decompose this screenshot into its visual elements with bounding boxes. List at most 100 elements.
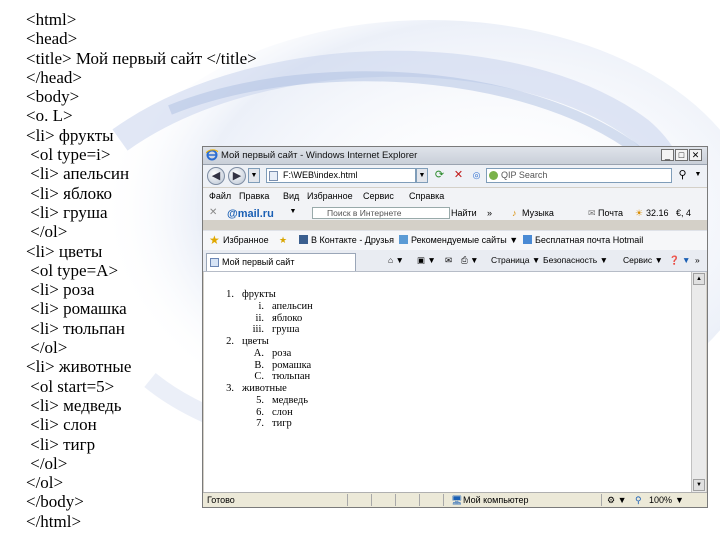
sublist-item: A. роза	[214, 348, 313, 360]
vertical-scrollbar[interactable]: ▲ ▼	[691, 272, 706, 492]
menu-favorites[interactable]: Избранное	[307, 191, 353, 201]
list-item-text: груша	[272, 324, 300, 336]
fav-link-hotmail[interactable]: Бесплатная почта Hotmail	[523, 235, 643, 245]
mailru-logo-text: @mail.ru	[227, 208, 274, 219]
print-icon[interactable]: ⎙ ▼	[461, 255, 479, 266]
menu-edit[interactable]: Правка	[239, 191, 269, 201]
sublist-item: C. тюльпан	[214, 371, 313, 383]
fav-link-vkontakte[interactable]: В Контакте - Друзья	[299, 235, 394, 245]
status-bar: Готово 🖥 Мой компьютер ⚙ ▼ ⚲ 100% ▼	[203, 492, 707, 507]
code-line: </ol>	[26, 453, 68, 473]
sublist-item: 5. медведь	[214, 395, 313, 407]
add-favorite-icon[interactable]: ★	[279, 235, 287, 246]
list-item-text: фрукты	[242, 289, 276, 300]
status-separator	[347, 494, 348, 506]
safety-menu[interactable]: Безопасность ▼	[543, 255, 608, 265]
list-marker: 2.	[226, 336, 234, 347]
forward-button[interactable]: ▶	[228, 167, 246, 185]
maximize-button[interactable]: □	[675, 149, 688, 161]
list-item-text: цветы	[242, 336, 269, 347]
search-engine-icon[interactable]: ◎	[469, 168, 484, 183]
search-placeholder: QIP Search	[501, 170, 548, 180]
feeds-icon[interactable]: ▣ ▼	[417, 255, 436, 266]
browser-window: Мой первый сайт - Windows Internet Explo…	[202, 146, 708, 508]
toolbar-close-icon[interactable]: ✕	[209, 207, 217, 219]
computer-icon: 🖥	[451, 495, 463, 505]
zoom-dropdown[interactable]: ▼	[675, 495, 684, 505]
address-dropdown-button[interactable]: ▼	[416, 168, 428, 183]
code-line: </ol>	[26, 338, 68, 358]
scroll-up-button[interactable]: ▲	[693, 273, 705, 285]
list-marker: B.	[254, 359, 264, 371]
tab-title: Мой первый сайт	[222, 257, 295, 267]
find-button[interactable]: Найти	[451, 208, 477, 218]
help-icon[interactable]: ❓ ▼	[669, 255, 690, 266]
page-menu[interactable]: Страница ▼	[491, 255, 540, 265]
refresh-icon[interactable]: ⟳	[432, 168, 447, 183]
tools-menu[interactable]: Сервис ▼	[623, 255, 663, 265]
mail-button[interactable]: Почта	[598, 208, 623, 218]
weather-value[interactable]: 32.16	[646, 208, 669, 218]
code-line: <li> ромашка	[26, 299, 127, 319]
code-line: <title> Мой первый сайт </title>	[26, 48, 257, 68]
status-separator	[419, 494, 420, 506]
fav-link-recommended[interactable]: Рекомендуемые сайты ▼	[399, 235, 518, 245]
toolbar-chevron[interactable]: »	[487, 208, 492, 218]
zoom-icon: ⚲	[635, 495, 642, 505]
search-dropdown-button[interactable]: ▼	[692, 168, 704, 183]
stop-icon[interactable]: ✕	[451, 168, 466, 183]
music-icon: ♪	[512, 208, 517, 218]
search-input[interactable]: QIP Search	[486, 168, 672, 183]
code-line: <li> апельсин	[26, 164, 130, 184]
code-line: <li> фрукты	[26, 125, 114, 145]
code-line: <li> медведь	[26, 395, 122, 415]
mail-tool-icon[interactable]: ✉	[445, 255, 452, 266]
code-line: <li> яблоко	[26, 183, 113, 203]
code-line: </ol>	[26, 473, 64, 493]
ie-logo-icon	[206, 149, 218, 161]
mail-icon: ✉	[588, 208, 596, 218]
music-button[interactable]: Музыка	[522, 208, 554, 218]
code-line: <li> слон	[26, 415, 97, 435]
sublist-item: ii. яблоко	[214, 313, 313, 325]
mailru-logo: @mail.ru	[227, 208, 274, 219]
list-marker: 3.	[226, 383, 234, 394]
search-icon[interactable]: ⚲	[675, 168, 690, 183]
history-dropdown-button[interactable]: ▼	[248, 168, 260, 183]
zoom-level[interactable]: 100%	[649, 495, 672, 505]
minimize-button[interactable]: _	[661, 149, 674, 161]
list-item-text: животные	[242, 383, 287, 394]
scroll-down-button[interactable]: ▼	[693, 479, 705, 491]
address-input[interactable]: F:\WEB\index.html	[266, 168, 416, 183]
mail-search-input[interactable]: Поиск в Интернете	[312, 207, 450, 219]
menu-tools[interactable]: Сервис	[363, 191, 394, 201]
tab-chevron[interactable]: »	[695, 255, 700, 265]
menu-help[interactable]: Справка	[409, 191, 444, 201]
menu-file[interactable]: Файл	[209, 191, 231, 201]
html-source-code: <html> <head> <title> Мой первый сайт </ti…	[26, 10, 257, 531]
list-item-text: роза	[272, 347, 292, 359]
menu-view[interactable]: Вид	[283, 191, 299, 201]
ie-page-icon	[523, 235, 532, 244]
protected-mode-icon[interactable]: ⚙ ▼	[607, 495, 626, 506]
sublist-item: 6. слон	[214, 407, 313, 419]
home-icon[interactable]: ⌂ ▼	[388, 255, 404, 265]
favorites-button[interactable]: Избранное	[223, 235, 269, 245]
ie-page-icon	[399, 235, 408, 244]
page-content: 1. фрукты i. апельсин ii. яблоко iii. груша 2. цв…	[204, 272, 691, 492]
status-separator	[395, 494, 396, 506]
address-bar-row: ◀ ▶ ▼ F:\WEB\index.html ▼ ⟳ ✕ ◎ QIP Sear…	[203, 165, 707, 187]
code-line: </body>	[26, 492, 84, 512]
list-item-text: медведь	[272, 394, 309, 406]
window-title: Мой первый сайт - Windows Internet Explo…	[221, 150, 418, 161]
favorites-star-icon: ★	[209, 233, 220, 247]
code-line: <o. L>	[26, 106, 73, 126]
currency-value[interactable]: €, 4	[676, 208, 691, 218]
code-line: <li> груша	[26, 202, 108, 222]
code-line: <ol start=5>	[26, 376, 115, 396]
back-button[interactable]: ◀	[207, 167, 225, 185]
tab-active[interactable]: Мой первый сайт	[206, 253, 356, 271]
status-separator	[601, 494, 602, 506]
close-button[interactable]: ✕	[689, 149, 702, 161]
mailru-dropdown[interactable]: ▼	[287, 207, 299, 219]
